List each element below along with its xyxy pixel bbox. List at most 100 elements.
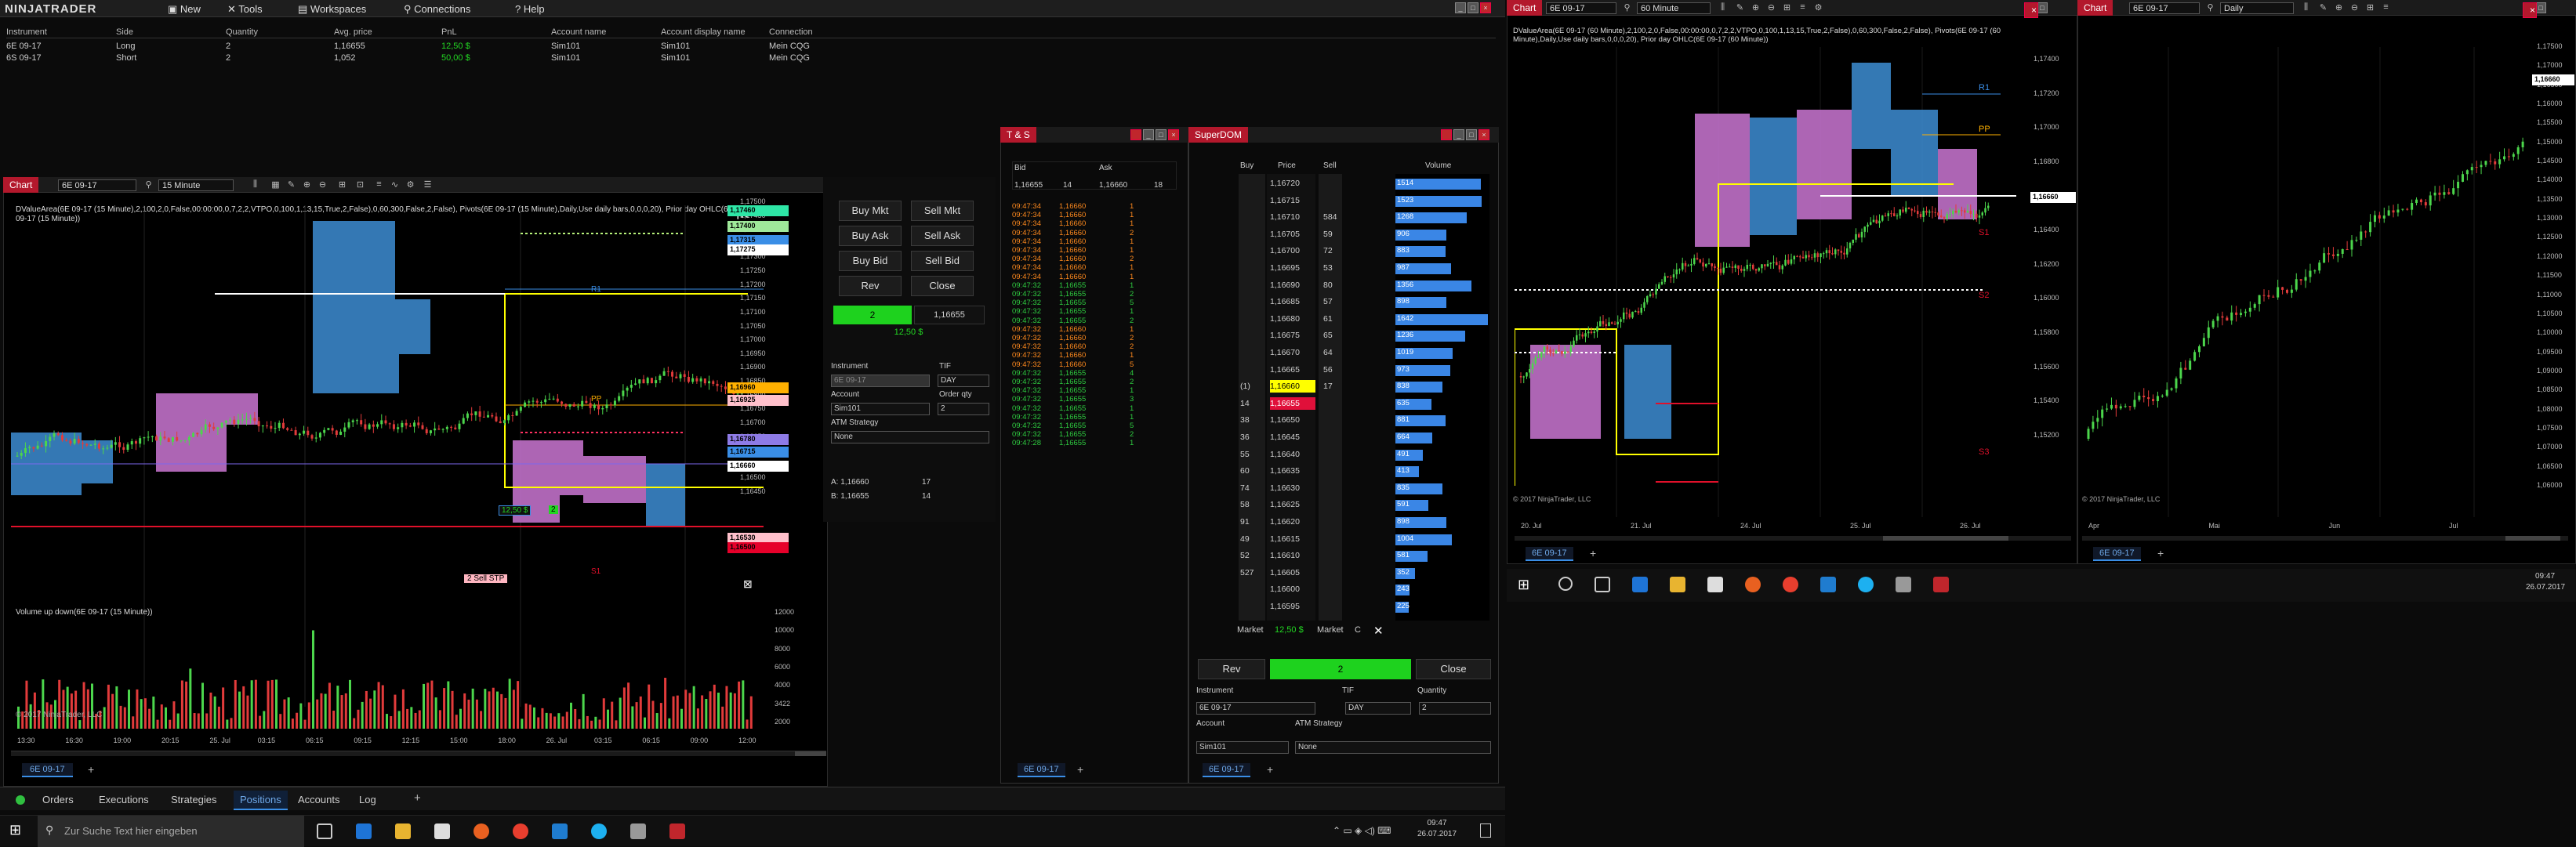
col-side[interactable]: Side bbox=[116, 27, 133, 37]
cancel-order-icon[interactable]: ⊠ bbox=[743, 577, 753, 591]
edge-icon[interactable] bbox=[356, 823, 372, 839]
minimize-button[interactable]: _ bbox=[1143, 129, 1154, 140]
dom-row[interactable]: 38 1,16650 881 bbox=[1239, 414, 1489, 427]
crosshair-icon[interactable]: ⊞ bbox=[1781, 2, 1793, 13]
add-tab-icon[interactable]: + bbox=[414, 791, 421, 805]
dom-sell-cell[interactable]: 57 bbox=[1323, 295, 1333, 308]
dom-buy-cell[interactable]: 74 bbox=[1240, 482, 1250, 494]
zoom-in-icon[interactable]: ⊕ bbox=[1750, 2, 1761, 13]
dom-row[interactable]: 1,16705 59 906 bbox=[1239, 228, 1489, 241]
atm-select[interactable]: None bbox=[831, 431, 989, 443]
chart1-time-axis[interactable]: 13:30 16:30 19:00 20:15 25. Jul 03:15 06:15 09:… bbox=[11, 737, 764, 747]
menu-connections[interactable]: ⚲ Connections bbox=[404, 3, 470, 16]
dom-buy-cell[interactable]: 38 bbox=[1240, 414, 1250, 426]
dom-row[interactable]: 52 1,16610 581 bbox=[1239, 549, 1489, 563]
instrument-select[interactable]: 6E 09-17 bbox=[831, 375, 930, 387]
buy-bid-button[interactable]: Buy Bid bbox=[839, 251, 902, 271]
chart2-interval-select[interactable]: 60 Minute bbox=[1637, 2, 1711, 14]
clock-time[interactable]: 09:47 bbox=[2535, 572, 2555, 581]
snapshot-icon[interactable]: ⚙ bbox=[405, 179, 416, 190]
dom-row[interactable]: 1,16680 61 1642 bbox=[1239, 313, 1489, 325]
dom-buy-cell[interactable]: (1) bbox=[1240, 380, 1250, 393]
link-button[interactable] bbox=[1441, 129, 1452, 140]
chart1-scrollbar[interactable] bbox=[11, 751, 826, 756]
chart-style-icon[interactable]: ▦ bbox=[270, 179, 281, 190]
snapshot-icon[interactable]: ⚙ bbox=[1812, 2, 1824, 13]
chart3-scrollbar[interactable] bbox=[2082, 536, 2568, 541]
menu-new[interactable]: ▣ New bbox=[168, 3, 201, 16]
dom-instrument-select[interactable]: 6E 09-17 bbox=[1196, 702, 1315, 715]
dom-close-button[interactable]: Close bbox=[1416, 659, 1491, 679]
bars-icon[interactable]: ⫼ bbox=[1717, 2, 1729, 13]
app-icon[interactable] bbox=[630, 823, 646, 839]
add-tab-icon[interactable]: + bbox=[1267, 763, 1273, 776]
chart3-canvas[interactable] bbox=[2082, 47, 2529, 517]
position-pnl-label[interactable]: 12,50 $ bbox=[499, 505, 532, 516]
account-select[interactable]: Sim101 bbox=[831, 403, 930, 415]
maximize-button[interactable]: □ bbox=[2037, 2, 2048, 13]
reverse-button[interactable]: Rev bbox=[839, 276, 902, 296]
dom-sell-cell[interactable]: 53 bbox=[1323, 262, 1333, 274]
dom-sell-cell[interactable]: 59 bbox=[1323, 228, 1333, 241]
dom-sell-cell[interactable]: 56 bbox=[1323, 364, 1333, 376]
dom-sell-cell[interactable]: 64 bbox=[1323, 346, 1333, 359]
chart1-instrument-tab[interactable]: 6E 09-17 bbox=[22, 763, 73, 777]
firefox-icon[interactable] bbox=[473, 823, 489, 839]
close-button[interactable]: × bbox=[2024, 2, 2038, 18]
chart3-interval-select[interactable]: Daily bbox=[2220, 2, 2294, 14]
tif-select[interactable]: DAY bbox=[938, 375, 989, 387]
search-icon[interactable]: ⚲ bbox=[2204, 2, 2216, 13]
minimize-button[interactable]: _ bbox=[1453, 129, 1464, 140]
add-tab-icon[interactable]: + bbox=[2157, 547, 2164, 559]
dom-row[interactable]: (1) 1,16660 17 838 bbox=[1239, 380, 1489, 393]
chrome-icon[interactable] bbox=[513, 823, 528, 839]
col-connection[interactable]: Connection bbox=[769, 27, 813, 37]
teamviewer-icon[interactable] bbox=[552, 823, 568, 839]
col-pnl[interactable]: PnL bbox=[441, 27, 457, 37]
draw-icon[interactable]: ✎ bbox=[1734, 2, 1746, 13]
teamviewer-icon[interactable] bbox=[1820, 577, 1836, 592]
sell-ask-button[interactable]: Sell Ask bbox=[911, 226, 974, 246]
dom-buy-cell[interactable]: 527 bbox=[1240, 566, 1254, 579]
ninjatrader-icon[interactable] bbox=[669, 823, 685, 839]
chart2-scrollbar[interactable] bbox=[1515, 536, 2071, 541]
databox-icon[interactable]: ☰ bbox=[422, 179, 434, 190]
add-tab-icon[interactable]: + bbox=[88, 763, 94, 776]
chart1-interval-select[interactable]: 15 Minute bbox=[158, 179, 234, 191]
tab-log[interactable]: Log bbox=[359, 794, 376, 805]
maximize-button[interactable]: □ bbox=[2535, 2, 2546, 13]
dom-row[interactable]: 1,16690 80 1356 bbox=[1239, 279, 1489, 291]
position-row[interactable]: 6S 09-17 Short 2 1,052 50,00 $ Sim101 Sim101 Me… bbox=[6, 52, 1496, 63]
dom-sell-cell[interactable]: 72 bbox=[1323, 244, 1333, 257]
dom-c-label[interactable]: C bbox=[1355, 625, 1361, 635]
dom-row[interactable]: 1,16715 1523 bbox=[1239, 194, 1489, 207]
restore-button[interactable]: □ bbox=[1156, 129, 1166, 140]
windows-start-icon[interactable]: ⊞ bbox=[9, 822, 21, 838]
dom-buy-cell[interactable]: 49 bbox=[1240, 533, 1250, 545]
dom-row[interactable]: 14 1,16655 635 bbox=[1239, 396, 1489, 410]
sell-market-button[interactable]: Sell Mkt bbox=[911, 201, 974, 221]
dom-row[interactable]: 1,16600 243 bbox=[1239, 583, 1489, 596]
crosshair-icon[interactable]: ⊞ bbox=[336, 179, 348, 190]
chart2-time-axis[interactable]: 20. Jul 21. Jul 24. Jul 25. Jul 26. Jul bbox=[1515, 522, 2024, 533]
dom-row[interactable]: 1,16675 65 1236 bbox=[1239, 329, 1489, 342]
dom-row[interactable]: 1,16595 225 bbox=[1239, 600, 1489, 613]
col-account-display[interactable]: Account display name bbox=[661, 27, 746, 37]
tab-executions[interactable]: Executions bbox=[99, 794, 149, 805]
add-tab-icon[interactable]: + bbox=[1590, 547, 1596, 559]
properties-icon[interactable]: ⊡ bbox=[354, 179, 366, 190]
bars-icon[interactable]: ⫼ bbox=[2300, 2, 2312, 13]
dom-buy-cell[interactable]: 91 bbox=[1240, 516, 1250, 528]
search-icon[interactable]: ⚲ bbox=[1621, 2, 1633, 13]
dom-row[interactable]: 527 1,16605 352 bbox=[1239, 566, 1489, 579]
store-icon[interactable] bbox=[434, 823, 450, 839]
col-instrument[interactable]: Instrument bbox=[6, 27, 47, 37]
dom-row[interactable]: 49 1,16615 1004 bbox=[1239, 533, 1489, 545]
dom-row[interactable]: 55 1,16640 491 bbox=[1239, 448, 1489, 461]
clock-time[interactable]: 09:47 bbox=[1417, 819, 1457, 827]
dom-row[interactable]: 1,16720 1514 bbox=[1239, 177, 1489, 190]
folder-icon[interactable] bbox=[395, 823, 411, 839]
dom-sell-cell[interactable]: 17 bbox=[1323, 380, 1333, 393]
dom-atm-select[interactable]: None bbox=[1295, 741, 1491, 754]
close-position-button[interactable]: Close bbox=[911, 276, 974, 296]
